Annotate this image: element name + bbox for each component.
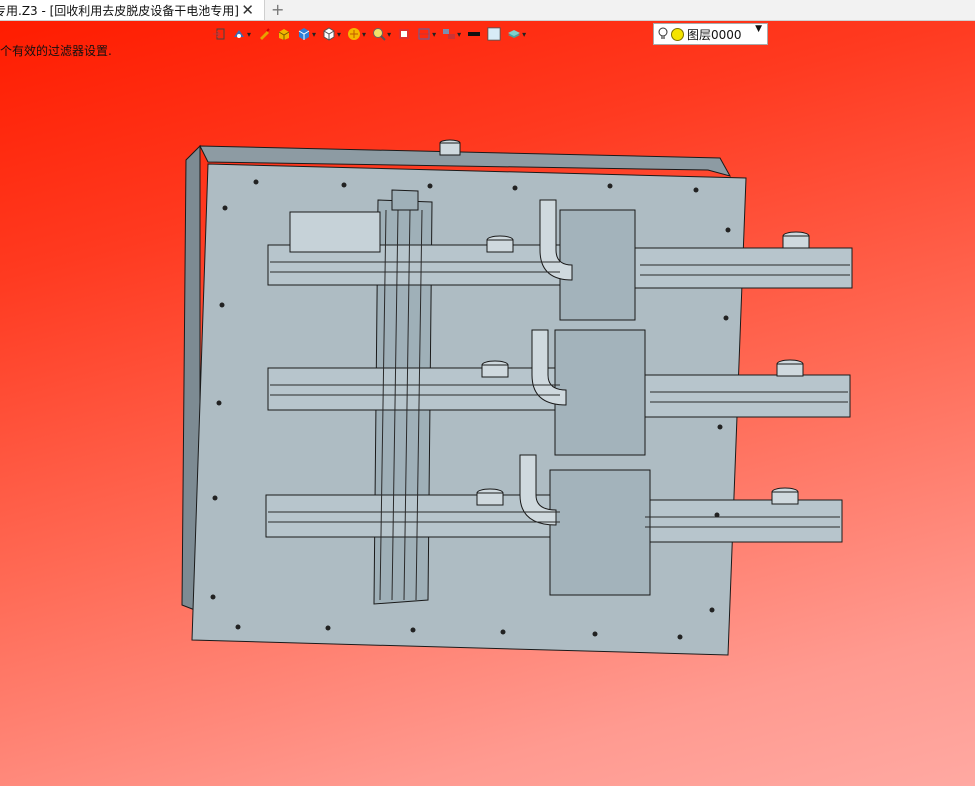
3d-viewport[interactable]: 个有效的过滤器设置. ▾ ▾ ▾ ▾ ▾ ▾ ▾ ▾ 图层0000 ▼ <box>0 21 975 786</box>
tab-title: 专用.Z3 - [回收利用去皮脱皮设备干电池专用] <box>0 3 239 18</box>
new-tab-icon[interactable]: + <box>271 0 284 19</box>
cad-model[interactable] <box>0 21 975 786</box>
document-tab[interactable]: 专用.Z3 - [回收利用去皮脱皮设备干电池专用] ✕ <box>0 0 265 20</box>
close-tab-icon[interactable]: ✕ <box>241 1 254 19</box>
tab-bar: 专用.Z3 - [回收利用去皮脱皮设备干电池专用] ✕ + <box>0 0 975 21</box>
